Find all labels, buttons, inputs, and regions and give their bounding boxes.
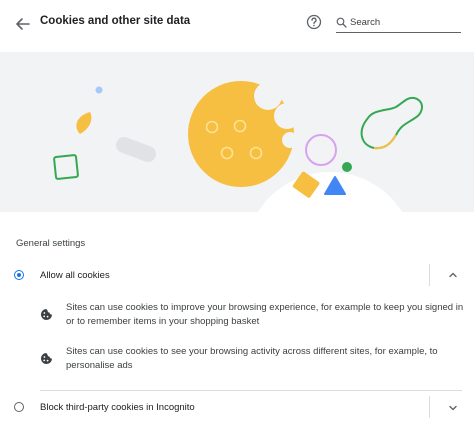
- green-dot: [342, 162, 352, 172]
- green-square-outline: [53, 154, 79, 180]
- page-header: Cookies and other site data: [0, 0, 474, 48]
- cookie-icon: [41, 353, 52, 364]
- block-third-party-incognito-label: Block third-party cookies in Incognito: [40, 402, 195, 413]
- allow-all-cookies-option[interactable]: Allow all cookies: [0, 260, 474, 290]
- purple-circle-outline: [305, 134, 337, 166]
- block-third-party-incognito-option[interactable]: Block third-party cookies in Incognito: [0, 392, 474, 422]
- cookie-detail-text: Sites can use cookies to improve your br…: [66, 302, 464, 327]
- allow-all-cookies-radio[interactable]: [14, 270, 24, 280]
- yellow-blob-segment: [373, 134, 397, 150]
- blue-dot: [95, 86, 103, 94]
- cookie-bite-2: [274, 103, 300, 129]
- yellow-half-moon: [76, 112, 92, 134]
- hero-illustration: [0, 52, 474, 212]
- search-field[interactable]: [336, 14, 461, 33]
- grey-pill: [116, 137, 156, 162]
- options-divider: [40, 390, 462, 391]
- cookie-bite-3: [282, 132, 298, 148]
- help-icon[interactable]: [305, 13, 323, 31]
- general-settings-heading: General settings: [16, 238, 86, 249]
- arrow-back-icon[interactable]: [12, 13, 34, 35]
- cookies-illustration: [53, 81, 423, 212]
- search-icon: [336, 17, 347, 28]
- chevron-down-icon[interactable]: [447, 402, 459, 414]
- row-divider: [429, 396, 430, 418]
- cookie-icon: [41, 309, 52, 320]
- cookie-detail-text: Sites can use cookies to see your browsi…: [66, 346, 438, 371]
- cookie-bite-1: [254, 82, 282, 110]
- row-divider: [429, 264, 430, 286]
- page-title: Cookies and other site data: [40, 15, 191, 27]
- search-input[interactable]: [350, 14, 458, 30]
- allow-all-cookies-label: Allow all cookies: [40, 270, 110, 281]
- chevron-up-icon[interactable]: [447, 269, 459, 281]
- block-third-party-incognito-radio[interactable]: [14, 402, 24, 412]
